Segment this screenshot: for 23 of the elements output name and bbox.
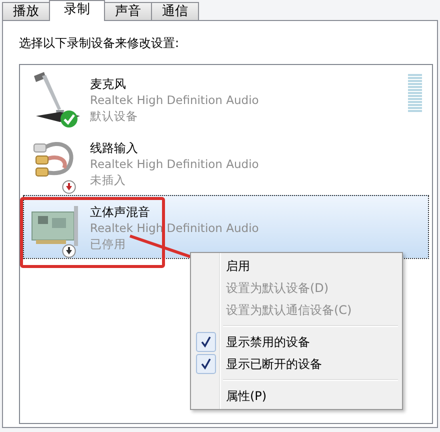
check-badge-icon	[60, 110, 78, 128]
device-driver: Realtek High Definition Audio	[90, 156, 259, 172]
device-status: 已停用	[90, 236, 126, 252]
device-row[interactable]: 线路输入 Realtek High Definition Audio 未插入	[23, 131, 429, 195]
device-status: 未插入	[90, 172, 126, 188]
down-arrow-badge-icon	[62, 244, 76, 258]
device-row[interactable]: 麦克风 Realtek High Definition Audio 默认设备	[23, 67, 429, 131]
menu-item[interactable]: 显示已断开的设备	[193, 353, 400, 375]
tab[interactable]: 通信	[151, 2, 199, 20]
tab[interactable]: 播放	[2, 2, 50, 20]
menu-item[interactable]: 属性(P)	[193, 385, 400, 407]
tab[interactable]: 声音	[104, 2, 152, 20]
device-driver: Realtek High Definition Audio	[90, 92, 259, 108]
device-status: 默认设备	[90, 108, 138, 124]
device-row[interactable]: 立体声混音 Realtek High Definition Audio 已停用	[23, 195, 429, 259]
device-name: 线路输入	[90, 140, 138, 156]
device-name: 麦克风	[90, 76, 126, 92]
device-driver: Realtek High Definition Audio	[90, 220, 259, 236]
device-name: 立体声混音	[90, 204, 150, 220]
down-arrow-badge-icon	[62, 180, 76, 194]
instruction-text: 选择以下录制设备来修改设置:	[19, 35, 180, 52]
tab[interactable]: 录制	[49, 0, 105, 21]
menu-item[interactable]: 显示禁用的设备	[193, 331, 400, 353]
